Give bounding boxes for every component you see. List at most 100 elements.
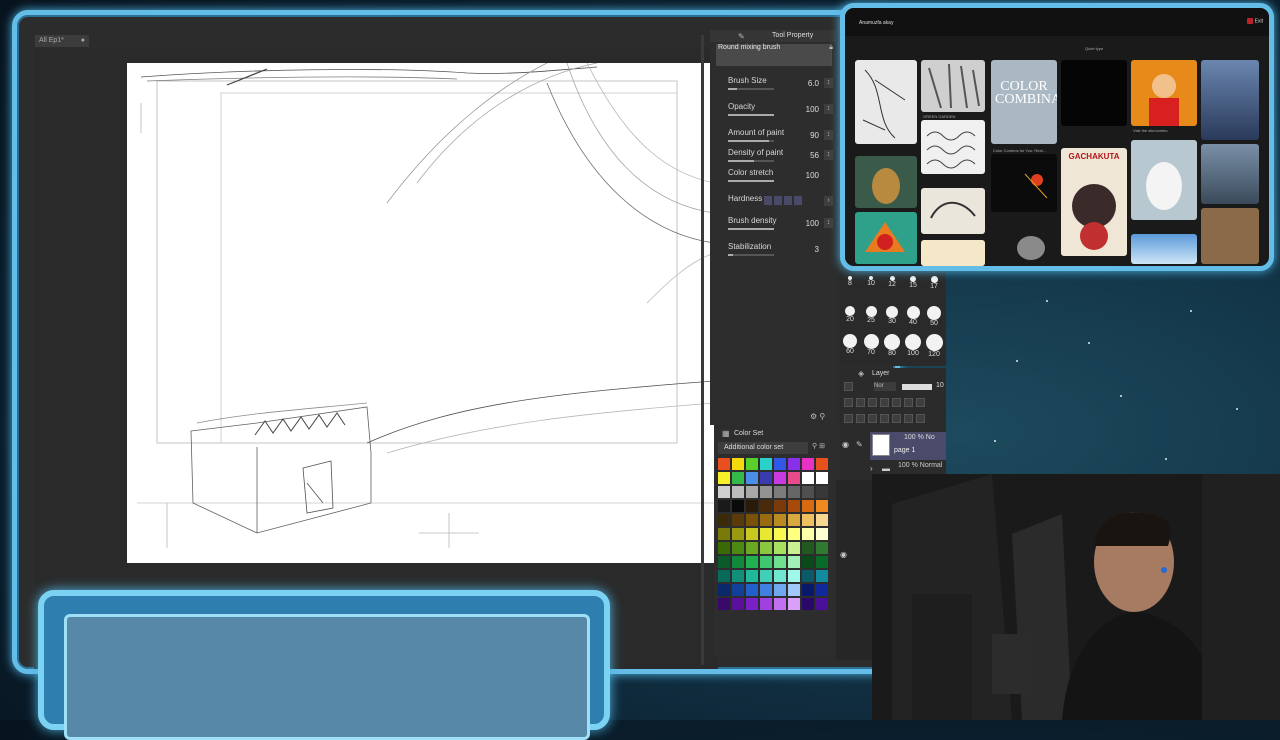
prop-value[interactable]: 100 <box>806 105 819 114</box>
color-swatch[interactable] <box>802 556 814 568</box>
layer-option-icon[interactable] <box>844 382 853 391</box>
blend-mode-dropdown[interactable]: Nor <box>874 382 896 391</box>
brush-size-cell[interactable]: 30 <box>882 306 902 332</box>
color-swatch[interactable] <box>788 556 800 568</box>
color-swatch[interactable] <box>746 458 758 470</box>
pin-monkey[interactable] <box>855 156 917 208</box>
color-swatch[interactable] <box>802 486 814 498</box>
brush-size-cell[interactable]: 12 <box>882 276 902 302</box>
opacity-value[interactable]: 10 <box>936 382 944 389</box>
layer-tool-icon[interactable] <box>916 398 925 407</box>
color-swatch[interactable] <box>774 458 786 470</box>
brush-size-cell[interactable]: 40 <box>903 306 923 332</box>
pin-lettering[interactable] <box>921 188 985 234</box>
pin-white-creature[interactable] <box>1131 140 1197 220</box>
color-swatch[interactable] <box>788 528 800 540</box>
color-swatch[interactable] <box>732 486 744 498</box>
stepper-icon[interactable]: ↕ <box>824 104 833 114</box>
color-swatch[interactable] <box>732 514 744 526</box>
color-swatch[interactable] <box>816 514 828 526</box>
pin-sketch[interactable] <box>855 60 917 144</box>
color-swatch[interactable] <box>802 542 814 554</box>
brush-size-cell[interactable]: 100 <box>903 334 923 360</box>
color-swatch[interactable] <box>718 486 730 498</box>
brush-density-row[interactable]: Brush density 100 ↕ <box>728 216 833 232</box>
color-swatch[interactable] <box>718 500 730 512</box>
color-swatch[interactable] <box>760 570 772 582</box>
prop-slider[interactable] <box>728 160 774 162</box>
color-swatch[interactable] <box>732 500 744 512</box>
color-swatch[interactable] <box>788 584 800 596</box>
color-swatch[interactable] <box>732 556 744 568</box>
color-swatch[interactable] <box>760 458 772 470</box>
pin-ornament-sketch[interactable] <box>921 120 985 174</box>
color-swatch[interactable] <box>774 598 786 610</box>
canvas-area[interactable] <box>34 49 718 669</box>
color-swatch[interactable] <box>746 514 758 526</box>
color-swatch[interactable] <box>718 570 730 582</box>
color-swatch[interactable] <box>746 584 758 596</box>
color-swatch[interactable] <box>802 598 814 610</box>
color-swatch[interactable] <box>760 514 772 526</box>
color-set-dropdown[interactable]: Additional color set <box>718 442 808 454</box>
color-swatch[interactable] <box>802 514 814 526</box>
settings-icon[interactable]: ⚙ <box>810 412 817 421</box>
color-swatch[interactable] <box>816 486 828 498</box>
color-swatch[interactable] <box>760 598 772 610</box>
hardness-selector[interactable] <box>764 196 804 207</box>
pin-handwriting[interactable] <box>921 240 985 266</box>
pin-photo-sketch[interactable] <box>921 60 985 112</box>
pin-hands[interactable] <box>1201 208 1259 264</box>
brush-size-row[interactable]: Brush Size 6.0 ↕ <box>728 76 833 92</box>
color-swatch[interactable] <box>802 500 814 512</box>
color-swatch[interactable] <box>774 514 786 526</box>
brush-size-cell[interactable]: 50 <box>924 306 944 332</box>
pin-gachakuta-poster[interactable]: GACHAKUTA <box>1061 148 1127 256</box>
pin-illustration[interactable] <box>855 212 917 264</box>
layer-tool-icon[interactable] <box>868 398 877 407</box>
color-swatch[interactable] <box>732 598 744 610</box>
color-swatch[interactable] <box>746 598 758 610</box>
color-swatch[interactable] <box>760 584 772 596</box>
color-swatch[interactable] <box>802 528 814 540</box>
expand-icon[interactable]: › <box>870 464 873 473</box>
brush-size-cell[interactable]: 70 <box>861 334 881 360</box>
prop-value[interactable]: 3 <box>815 245 819 254</box>
color-stretch-row[interactable]: Color stretch 100 <box>728 168 833 184</box>
layer-tool-icon[interactable] <box>892 414 901 423</box>
brush-size-cell[interactable]: 80 <box>882 334 902 360</box>
color-swatch[interactable] <box>816 570 828 582</box>
color-swatch[interactable] <box>760 542 772 554</box>
color-swatch[interactable] <box>760 528 772 540</box>
pin-cat[interactable] <box>991 218 1057 264</box>
color-swatch[interactable] <box>774 556 786 568</box>
prop-slider[interactable] <box>728 88 774 90</box>
pin-screenshot-grid[interactable] <box>1201 144 1259 204</box>
color-swatch[interactable] <box>816 458 828 470</box>
density-of-paint-row[interactable]: Density of paint 56 ↕ <box>728 148 833 164</box>
color-swatch[interactable] <box>746 570 758 582</box>
color-swatch[interactable] <box>788 500 800 512</box>
color-swatch[interactable] <box>746 472 758 484</box>
pin-black[interactable] <box>1061 60 1127 126</box>
color-swatch[interactable] <box>774 570 786 582</box>
color-swatch[interactable] <box>732 458 744 470</box>
layer-tool-icon[interactable] <box>916 414 925 423</box>
color-swatch[interactable] <box>774 500 786 512</box>
color-swatch[interactable] <box>816 472 828 484</box>
layer-tool-icon[interactable] <box>868 414 877 423</box>
color-swatch[interactable] <box>760 472 772 484</box>
color-swatch[interactable] <box>718 458 730 470</box>
brush-size-cell[interactable]: 17 <box>924 276 944 302</box>
color-swatch[interactable] <box>732 542 744 554</box>
color-swatch[interactable] <box>746 542 758 554</box>
color-swatch[interactable] <box>746 556 758 568</box>
color-swatch[interactable] <box>718 556 730 568</box>
prop-value[interactable]: 56 <box>810 151 819 160</box>
lock-icon[interactable] <box>880 398 889 407</box>
color-swatch[interactable] <box>774 528 786 540</box>
pin-screenshots[interactable] <box>1201 60 1259 140</box>
layer-tool-icon[interactable] <box>856 398 865 407</box>
document-tab-close-icon[interactable]: ● <box>81 35 85 47</box>
brush-size-cell[interactable]: 25 <box>861 306 881 332</box>
